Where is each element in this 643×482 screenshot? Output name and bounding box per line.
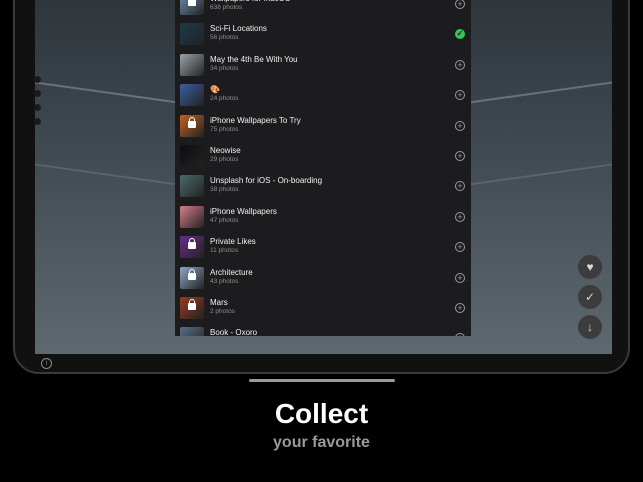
collection-row[interactable]: May the 4th Be With You 34 photos + (175, 50, 471, 80)
lock-icon (188, 268, 196, 280)
add-icon[interactable]: + (455, 211, 465, 222)
collection-title: 🎨 (210, 85, 220, 95)
caption-headline: Collect (274, 398, 369, 429)
collection-title: Unsplash for iOS - On-boarding (210, 176, 323, 186)
railing-left (35, 81, 185, 187)
collection-title: Neowise (210, 146, 241, 155)
add-icon[interactable]: + (455, 0, 465, 9)
collection-thumbnail (180, 145, 204, 167)
collection-thumbnail (180, 236, 204, 259)
collection-title: Sci-Fi Locations (210, 24, 267, 34)
add-icon[interactable]: + (455, 181, 465, 192)
info-icon[interactable]: i (41, 358, 52, 369)
collection-row[interactable]: Neowise 29 photos + (175, 141, 471, 171)
collection-count: 29 photos (210, 156, 239, 163)
like-button[interactable]: ♥ (578, 255, 602, 279)
collection-row[interactable]: Mars 2 photos + (175, 293, 471, 323)
collection-thumbnail (180, 205, 204, 228)
add-icon[interactable]: + (455, 242, 465, 253)
collection-count: 38 photos (210, 186, 239, 194)
collection-row[interactable]: Private Likes 11 photos + (175, 232, 471, 262)
add-icon[interactable]: + (455, 303, 465, 313)
collection-thumbnail (180, 23, 204, 46)
add-icon[interactable]: + (455, 59, 465, 70)
collection-row[interactable]: Sci-Fi Locations 56 photos ✓ (175, 19, 471, 49)
collection-thumbnail (180, 0, 204, 15)
collection-row[interactable]: iPhone Wallpapers To Try 75 photos + (175, 111, 471, 141)
collection-row[interactable]: Book - Oxoro + (175, 323, 471, 336)
collections-panel: Wallpapers for macOS638 photos + Sci-Fi Lo… (175, 0, 471, 336)
lock-icon (188, 299, 196, 310)
collection-row[interactable]: Wallpapers for macOS638 photos + (175, 0, 471, 19)
collection-count: 56 photos (210, 34, 239, 42)
collection-row[interactable]: 🎨 24 photos + (175, 80, 471, 110)
caption-subheadline: your favorite (273, 434, 370, 451)
download-button[interactable]: ↓ (578, 315, 602, 339)
collection-title: Architecture (210, 267, 253, 277)
collection-row[interactable]: iPhone Wallpapers 47 photos + (175, 202, 471, 232)
lock-icon (188, 0, 196, 6)
bottom-toolbar (15, 354, 628, 372)
collection-thumbnail (180, 327, 204, 336)
collection-thumbnail (180, 266, 204, 289)
collection-title: Wallpapers for macOS (210, 0, 290, 3)
collection-count: 75 photos (210, 125, 239, 133)
collection-count: 34 photos (210, 64, 239, 72)
railing-right (462, 81, 612, 187)
collection-thumbnail (180, 53, 204, 76)
add-icon[interactable]: + (455, 272, 465, 283)
collection-title: iPhone Wallpapers To Try (210, 115, 301, 125)
collection-count: 43 photos (210, 277, 239, 285)
collection-thumbnail (180, 84, 204, 107)
lock-icon (188, 238, 196, 250)
collection-title: Mars (210, 298, 228, 307)
camera-dots (34, 76, 41, 132)
collect-button[interactable]: ✓ (578, 285, 602, 309)
collection-count: 47 photos (210, 216, 239, 224)
add-icon[interactable]: + (455, 90, 465, 101)
collection-title: Book - Oxoro (210, 328, 258, 336)
collection-count: 638 photos (210, 4, 243, 11)
collection-count: 11 photos (210, 247, 239, 255)
collection-thumbnail (180, 114, 204, 137)
collection-title: iPhone Wallpapers (210, 206, 277, 216)
collection-count: 2 photos (210, 308, 235, 315)
add-icon[interactable]: + (455, 120, 465, 131)
collection-title: Private Likes (210, 237, 256, 247)
collection-thumbnail (180, 175, 204, 198)
checkmark-icon[interactable]: ✓ (455, 29, 465, 40)
collection-thumbnail (180, 297, 204, 319)
collection-row[interactable]: Unsplash for iOS - On-boarding 38 photos + (175, 171, 471, 201)
lock-icon (188, 116, 196, 128)
add-icon[interactable]: + (455, 333, 465, 336)
add-icon[interactable]: + (455, 151, 465, 161)
collection-row[interactable]: Architecture 43 photos + (175, 263, 471, 293)
home-indicator (249, 379, 395, 382)
collection-count: 24 photos (210, 95, 239, 103)
collection-title: May the 4th Be With You (210, 54, 298, 64)
